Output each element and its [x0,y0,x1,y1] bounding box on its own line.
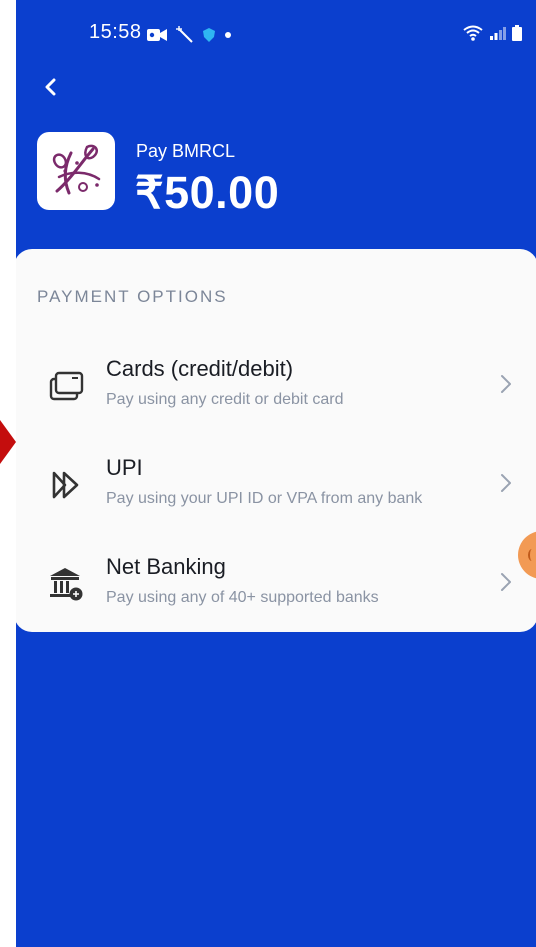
battery-icon [512,25,522,41]
status-icons-left [147,26,232,44]
wifi-icon [463,25,483,41]
bmrcl-logo-icon [52,144,101,195]
merchant-logo [37,132,115,210]
option-title: UPI [106,455,143,480]
card-icon [46,366,86,406]
video-camera-icon [147,29,167,41]
back-button[interactable] [36,72,66,102]
payment-option-upi[interactable]: UPI Pay using your UPI ID or VPA from an… [16,443,536,527]
left-margin [0,0,16,947]
screen: 15:58 Pay BMRCL ₹50.00 PAYMENT OPTIONS C… [0,0,536,947]
payment-option-netbanking[interactable]: Net Banking Pay using any of 40+ support… [16,542,536,626]
bank-icon [46,564,86,604]
chevron-left-icon [45,78,56,96]
section-title: PAYMENT OPTIONS [37,287,228,306]
status-time: 15:58 [89,21,142,43]
chevron-right-icon [501,375,511,393]
option-subtitle: Pay using any of 40+ supported banks [106,589,379,606]
signal-icon [490,27,506,40]
pointer-marker [0,420,16,464]
status-icons-right [462,24,522,42]
chevron-right-icon [501,573,511,591]
dot-icon [225,32,231,38]
status-bar: 15:58 [16,18,536,50]
option-subtitle: Pay using any credit or debit card [106,391,344,408]
pay-to-label: Pay BMRCL [136,141,236,161]
option-title: Cards (credit/debit) [106,356,294,381]
payment-option-cards[interactable]: Cards (credit/debit) Pay using any credi… [16,344,536,428]
chevron-right-icon [501,474,511,492]
option-subtitle: Pay using your UPI ID or VPA from any ba… [106,490,423,507]
upi-icon [46,465,86,505]
magic-wand-icon [176,26,193,43]
option-title: Net Banking [106,554,226,579]
payment-options-card: PAYMENT OPTIONS Cards (credit/debit) Pay… [16,249,536,632]
shield-icon [203,28,215,42]
phone-screen: 15:58 Pay BMRCL ₹50.00 PAYMENT OPTIONS C… [16,0,536,947]
amount: ₹50.00 [135,167,280,218]
